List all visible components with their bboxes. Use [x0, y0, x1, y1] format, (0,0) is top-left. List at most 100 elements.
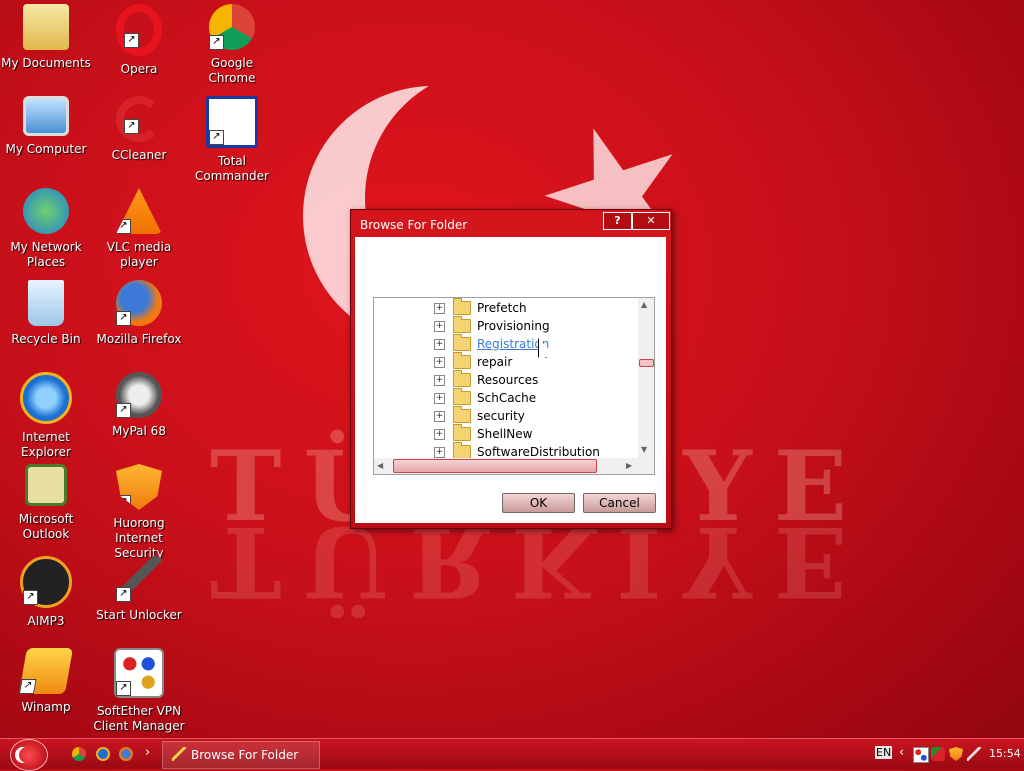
tree-item-resources[interactable]: + Resources: [434, 370, 539, 389]
tree-item-label: ShellNew: [477, 427, 533, 441]
desktop-icon-google-chrome[interactable]: ↗ Google Chrome: [186, 4, 278, 86]
tree-item-label: repair: [477, 355, 513, 369]
scroll-up-icon[interactable]: ▲: [641, 300, 647, 309]
tray-unlocker-icon[interactable]: [967, 747, 981, 761]
desktop-icon-label: MyPal 68: [112, 424, 166, 438]
desktop-icon-firefox[interactable]: ↗ Mozilla Firefox: [93, 280, 185, 347]
tray-huorong-icon[interactable]: [949, 747, 963, 761]
language-indicator[interactable]: EN: [875, 746, 893, 759]
expand-icon[interactable]: +: [434, 320, 445, 332]
folder-tree[interactable]: + Prefetch + Provisioning + Registration + r…: [373, 297, 655, 475]
chrome-icon: ↗: [209, 4, 255, 50]
expand-icon[interactable]: +: [434, 446, 445, 458]
cancel-button[interactable]: Cancel: [583, 493, 656, 513]
folder-icon: [453, 370, 471, 387]
folder-documents-icon: [23, 4, 69, 50]
horizontal-scroll-thumb[interactable]: [393, 459, 597, 473]
horizontal-scrollbar[interactable]: ◀ ▶: [374, 458, 638, 474]
desktop-icon-label: Recycle Bin: [11, 332, 81, 346]
expand-icon[interactable]: +: [434, 374, 445, 386]
expand-icon[interactable]: +: [434, 428, 445, 440]
desktop-icon-mypal[interactable]: ↗ MyPal 68: [93, 372, 185, 439]
desktop-icon-aimp3[interactable]: ↗ AIMP3: [0, 556, 92, 629]
dialog-title: Browse For Folder: [360, 218, 468, 232]
quicklaunch-expand-icon[interactable]: ›: [145, 745, 150, 760]
desktop-icon-recycle-bin[interactable]: Recycle Bin: [0, 280, 92, 347]
desktop-icon-label: Google Chrome: [208, 56, 256, 85]
vertical-scroll-thumb[interactable]: [639, 359, 654, 367]
quicklaunch-firefox-icon[interactable]: [119, 747, 133, 761]
desktop-icon-my-computer[interactable]: My Computer: [0, 96, 92, 157]
folder-icon: [453, 424, 471, 441]
desktop-icon-winamp[interactable]: ↗ Winamp: [0, 648, 92, 715]
folder-icon: [453, 352, 471, 369]
tray-softether-icon[interactable]: [913, 747, 929, 763]
tree-item-schcache[interactable]: + SchCache: [434, 388, 537, 407]
vertical-scrollbar[interactable]: ▲ ▼: [638, 298, 654, 458]
desktop-icon-outlook[interactable]: Microsoft Outlook: [0, 464, 92, 542]
desktop-icon-total-commander[interactable]: ↗ Total Commander: [186, 96, 278, 184]
outlook-icon: [25, 464, 67, 506]
winamp-icon: ↗: [18, 648, 74, 694]
desktop-icon-my-documents[interactable]: My Documents: [0, 4, 92, 71]
ie-icon: [20, 372, 72, 424]
tree-item-label: SchCache: [477, 391, 537, 405]
shield-flame-icon: ↗: [116, 464, 162, 510]
folder-icon: [453, 406, 471, 423]
help-button[interactable]: ?: [603, 212, 632, 230]
desktop-icon-network[interactable]: My Network Places: [0, 188, 92, 270]
taskbar-button-browse-for-folder[interactable]: Browse For Folder: [162, 741, 320, 769]
expand-icon[interactable]: +: [434, 410, 445, 422]
clock[interactable]: 15:54: [989, 747, 1021, 760]
tree-item-provisioning[interactable]: + Provisioning: [434, 316, 550, 335]
tree-item-label: Resources: [477, 373, 539, 387]
ccleaner-icon: ↗: [116, 96, 162, 142]
desktop-icon-label: VLC media player: [106, 240, 172, 269]
folder-icon: [453, 388, 471, 405]
expand-icon[interactable]: +: [434, 338, 445, 350]
floppy-icon: ↗: [206, 96, 258, 148]
desktop-icon-label: My Documents: [1, 56, 91, 70]
computer-icon: [23, 96, 69, 136]
scroll-down-icon[interactable]: ▼: [641, 445, 647, 454]
scroll-left-icon[interactable]: ◀: [377, 461, 383, 470]
tree-item-security[interactable]: + security: [434, 406, 525, 425]
desktop-icon-label: Mozilla Firefox: [96, 332, 182, 346]
tree-item-shellnew[interactable]: + ShellNew: [434, 424, 533, 443]
scrollbar-corner: [638, 458, 654, 474]
tray-expand-icon[interactable]: ‹: [899, 745, 904, 760]
desktop-icon-ccleaner[interactable]: ↗ CCleaner: [93, 96, 185, 163]
ok-button[interactable]: OK: [502, 493, 575, 513]
desktop-icon-internet-explorer[interactable]: Internet Explorer: [0, 372, 92, 460]
vlc-cone-icon: ↗: [116, 188, 162, 234]
tree-item-label: security: [477, 409, 525, 423]
quicklaunch-ie-icon[interactable]: [96, 747, 110, 761]
expand-icon[interactable]: +: [434, 356, 445, 368]
folder-icon: [453, 442, 471, 459]
desktop-icon-huorong[interactable]: ↗ Huorong Internet Security: [93, 464, 185, 561]
desktop-icon-label: Opera: [120, 62, 158, 76]
tree-item-label: Provisioning: [477, 319, 550, 333]
quicklaunch-chrome-icon[interactable]: [72, 747, 86, 761]
desktop-icon-softether[interactable]: ↗ SoftEther VPN Client Manager: [93, 648, 185, 734]
taskbar: › Browse For Folder EN ‹ 15:54: [0, 738, 1024, 771]
desktop-icon-label: CCleaner: [111, 148, 167, 162]
desktop-icon-vlc[interactable]: ↗ VLC media player: [93, 188, 185, 270]
tree-item-registration[interactable]: + Registration: [434, 334, 549, 353]
tree-item-prefetch[interactable]: + Prefetch: [434, 298, 527, 317]
scroll-right-icon[interactable]: ▶: [626, 461, 632, 470]
tray-ccleaner-icon[interactable]: [931, 747, 945, 761]
expand-icon[interactable]: +: [434, 302, 445, 314]
desktop-icon-label: Microsoft Outlook: [18, 512, 74, 541]
desktop-icon-opera[interactable]: ↗ Opera: [93, 4, 185, 77]
close-button[interactable]: ✕: [632, 212, 670, 230]
desktop-icon-label: Internet Explorer: [21, 430, 71, 459]
aimp-icon: ↗: [20, 556, 72, 608]
desktop-icon-label: Total Commander: [195, 154, 269, 183]
desktop-icon-start-unlocker[interactable]: ↗ Start Unlocker: [93, 556, 185, 623]
start-button[interactable]: [10, 739, 48, 771]
desktop-icon-label: SoftEther VPN Client Manager: [93, 704, 185, 733]
tree-item-repair[interactable]: + repair: [434, 352, 513, 371]
opera-icon: ↗: [116, 4, 162, 56]
expand-icon[interactable]: +: [434, 392, 445, 404]
